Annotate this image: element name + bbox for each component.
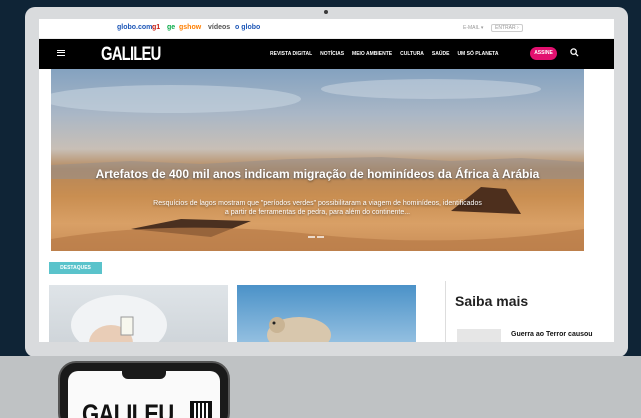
globo-link[interactable]: globo.com	[117, 24, 152, 31]
main-navbar: GALILEU REVISTA DIGITAL NOTÍCIAS MEIO AM…	[39, 39, 614, 69]
nav-cultura[interactable]: CULTURA	[400, 51, 424, 57]
hero-headline[interactable]: Artefatos de 400 mil anos indicam migraç…	[51, 168, 584, 181]
nav-noticias[interactable]: NOTÍCIAS	[320, 51, 344, 57]
column-divider	[445, 281, 446, 351]
smartphone: GALILEU	[58, 361, 230, 418]
monitor-frame: globo.com g1 ge gshow vídeos o globo E-M…	[25, 7, 628, 357]
destaques-badge: DESTAQUES	[49, 262, 102, 274]
galileu-logo[interactable]: GALILEU	[101, 44, 161, 66]
carousel-dot[interactable]	[317, 236, 324, 238]
email-link[interactable]: E-MAIL ▾	[463, 25, 483, 31]
qr-code-icon	[190, 401, 212, 418]
login-button[interactable]: ENTRAR ›	[491, 24, 523, 32]
hero-summary: Resquícios de lagos mostram que "período…	[153, 200, 482, 216]
g1-link[interactable]: g1	[152, 24, 160, 31]
nav-meio-ambiente[interactable]: MEIO AMBIENTE	[352, 51, 392, 57]
phone-galileu-logo: GALILEU	[82, 399, 174, 418]
nav-saude[interactable]: SAÚDE	[432, 51, 450, 57]
globo-top-bar: globo.com g1 ge gshow vídeos o globo E-M…	[39, 19, 614, 39]
news-headline[interactable]: Guerra ao Terror causou	[511, 330, 611, 339]
carousel-dot[interactable]	[308, 236, 315, 238]
menu-icon[interactable]	[57, 50, 65, 56]
nav-revista-digital[interactable]: REVISTA DIGITAL	[270, 51, 312, 57]
webcam	[324, 10, 328, 14]
search-icon[interactable]	[570, 48, 579, 57]
monitor-chin	[25, 342, 628, 356]
videos-link[interactable]: vídeos	[208, 24, 230, 31]
nav-menu: REVISTA DIGITAL NOTÍCIAS MEIO AMBIENTE C…	[270, 51, 498, 57]
desert-landscape-image	[51, 79, 584, 251]
hero-banner[interactable]: Artefatos de 400 mil anos indicam migraç…	[51, 69, 584, 251]
saiba-mais-heading: Saiba mais	[455, 293, 529, 309]
oglobo-link[interactable]: o globo	[235, 24, 260, 31]
carousel-indicator	[308, 236, 324, 238]
nav-um-so-planeta[interactable]: UM SÓ PLANETA	[457, 51, 498, 57]
website-screen: globo.com g1 ge gshow vídeos o globo E-M…	[39, 19, 614, 351]
phone-notch	[122, 371, 166, 379]
gshow-link[interactable]: gshow	[179, 24, 201, 31]
ge-link[interactable]: ge	[167, 24, 175, 31]
phone-screen: GALILEU	[68, 371, 220, 418]
subscribe-button[interactable]: ASSINE	[530, 47, 557, 60]
